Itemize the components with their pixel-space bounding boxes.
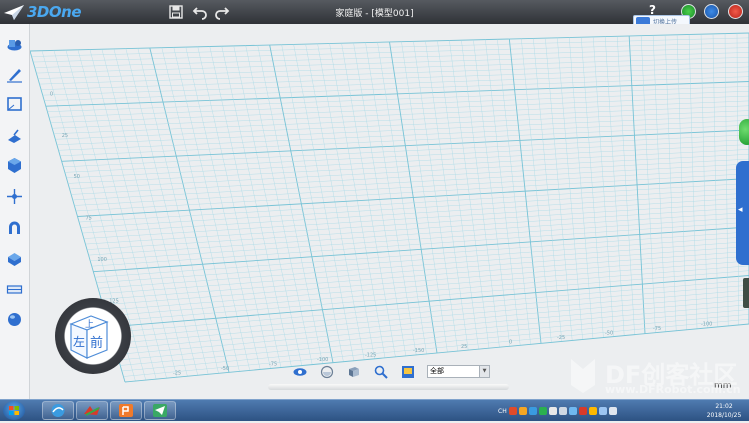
tray-icon-5[interactable] [549, 407, 557, 415]
volume-icon[interactable] [609, 407, 617, 415]
grid-tick-label: -25 [557, 335, 565, 341]
browser-icon [43, 402, 73, 419]
undo-icon[interactable] [192, 4, 208, 20]
grid-line [116, 295, 749, 349]
logo-text: 3DOne [27, 3, 81, 21]
taskbar-telegram[interactable] [144, 401, 176, 420]
watermark-logo-icon [565, 355, 601, 395]
paper-plane-icon [4, 4, 24, 20]
grid-tick-label: 25 [461, 344, 467, 350]
tray-icon-8[interactable] [579, 407, 587, 415]
tray-icon-1[interactable] [509, 407, 517, 415]
grid-tick-label: -50 [605, 330, 613, 336]
grid-tick-label: -75 [269, 362, 277, 368]
watermark-url: www.DFRobot.com.cn [605, 383, 741, 396]
grid-tick-label: -100 [701, 321, 712, 327]
zoom-icon[interactable] [374, 365, 388, 379]
clock-date: 2018/10/25 [700, 411, 748, 420]
view-cube-left-label: 左 [73, 334, 85, 349]
tray-icon-6[interactable] [559, 407, 567, 415]
view-filter-select[interactable]: 全部 ▼ [427, 365, 490, 378]
grid-tick-label: -75 [653, 326, 661, 332]
view-toolbar [293, 364, 415, 380]
tray-icon-7[interactable] [569, 407, 577, 415]
basic-edit-icon[interactable] [6, 188, 23, 205]
render-icon[interactable] [401, 365, 415, 379]
material-ball-icon[interactable] [6, 311, 23, 328]
chevron-left-icon: ◂ [738, 205, 743, 215]
feature-modify-icon[interactable] [6, 157, 23, 174]
assistant-ball[interactable] [739, 119, 749, 145]
network-icon[interactable] [599, 407, 607, 415]
dropdown-arrow-icon[interactable]: ▼ [479, 366, 489, 377]
save-icon[interactable] [168, 4, 184, 20]
view-shade-icon[interactable] [320, 365, 334, 379]
view-scrollbar[interactable] [268, 384, 509, 390]
wireframe-icon[interactable] [347, 365, 361, 379]
grid-line [114, 290, 749, 343]
taskbar-3done[interactable] [76, 401, 108, 420]
app-logo: 3DOne [4, 3, 81, 21]
start-button[interactable] [3, 401, 25, 420]
grid-tick-label: 50 [74, 174, 80, 180]
grid-tick-label: 100 [97, 257, 107, 263]
combine-icon[interactable] [6, 250, 23, 267]
grid-tick-label: -50 [221, 366, 229, 372]
left-toolbar [0, 24, 30, 399]
pdf-app-icon [111, 402, 141, 419]
redo-icon[interactable] [214, 4, 230, 20]
view-cube-front-label: 前 [90, 335, 103, 351]
grid-tick-label: 0 [509, 339, 512, 345]
taskbar-browser[interactable] [42, 401, 74, 420]
workplane-grid: 0255075100125150-25-50-75-100-125-150250… [30, 24, 749, 399]
system-tray: CH [498, 402, 617, 420]
clock-time: 21:02 [700, 402, 748, 411]
close-button[interactable] [728, 4, 743, 19]
special-feature-icon[interactable] [6, 127, 23, 144]
tray-icon-3[interactable] [529, 407, 537, 415]
grid-tick-label: -125 [365, 353, 376, 359]
grid-tick-label: 0 [50, 91, 53, 97]
grid-tick-label: 25 [62, 133, 68, 139]
grid-tick-label: -25 [173, 371, 181, 377]
tray-icon-2[interactable] [519, 407, 527, 415]
grid-tick-label: 75 [86, 216, 92, 222]
taskbar-pdf[interactable] [110, 401, 142, 420]
sketch-icon[interactable] [6, 66, 23, 83]
sketch-edit-icon[interactable] [6, 96, 23, 113]
telegram-icon [145, 402, 175, 419]
view-filter-value: 全部 [430, 367, 444, 375]
eye-icon[interactable] [293, 365, 307, 379]
tray-icon-9[interactable] [589, 407, 597, 415]
3done-app-icon [77, 402, 107, 419]
tray-icon-4[interactable] [539, 407, 547, 415]
side-handle[interactable] [743, 278, 749, 308]
distance-measure-icon[interactable] [6, 281, 23, 298]
view-cube-top-label: 上 [85, 319, 94, 330]
windows-logo-icon [3, 401, 25, 420]
taskbar: CH 21:02 2018/10/25 [0, 399, 749, 421]
ime-indicator[interactable]: CH [498, 408, 507, 415]
3d-viewport[interactable]: 0255075100125150-25-50-75-100-125-150250… [30, 24, 749, 399]
watermark: DF创客社区 www.DFRobot.com.cn [565, 355, 601, 398]
resource-panel-tab[interactable]: ◂ [736, 161, 749, 265]
basic-solid-icon[interactable] [6, 36, 23, 53]
maximize-button[interactable] [704, 4, 719, 19]
tray-clock[interactable]: 21:02 2018/10/25 [700, 402, 748, 420]
grid-tick-label: -100 [317, 357, 328, 363]
view-cube[interactable]: 上 左 前 [55, 298, 131, 374]
magnet-icon[interactable] [6, 219, 23, 236]
grid-line [111, 280, 749, 332]
grid-tick-label: -150 [413, 348, 424, 354]
